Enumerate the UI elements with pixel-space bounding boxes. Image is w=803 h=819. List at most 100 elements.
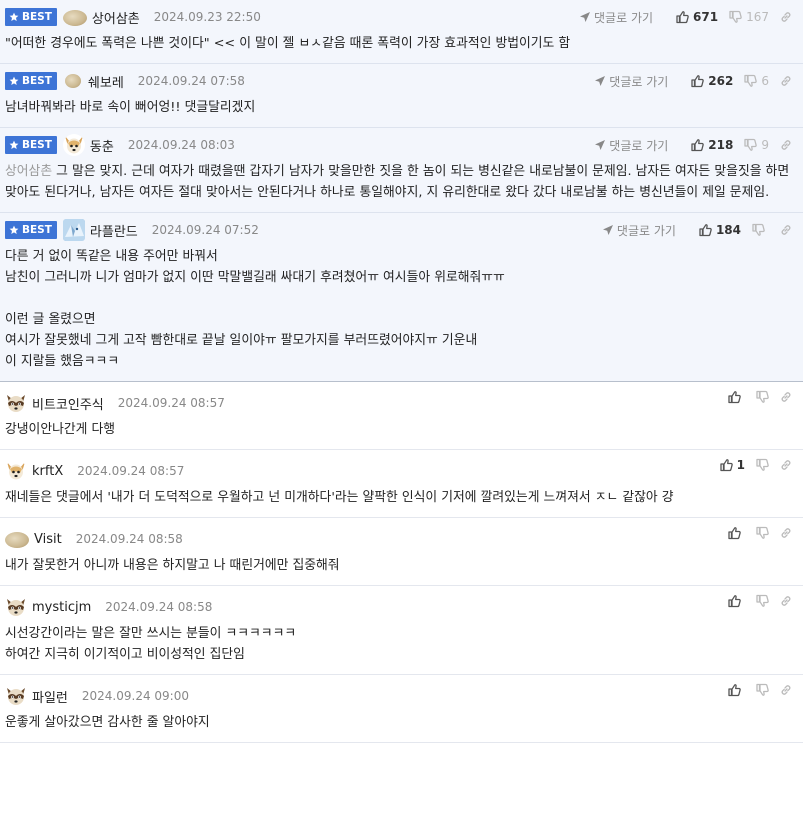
link-icon bbox=[779, 683, 793, 697]
go-to-comment-link[interactable]: 댓글로 가기 bbox=[594, 137, 668, 154]
upvote-button[interactable]: 262 bbox=[690, 74, 733, 88]
comment-date: 2024.09.24 07:58 bbox=[137, 74, 245, 88]
comment-actions bbox=[717, 386, 793, 408]
downvote-button[interactable] bbox=[755, 683, 769, 697]
comment-body: 내가 잘못한거 아니까 내용은 하지말고 나 때린거에만 집중해줘 bbox=[5, 550, 793, 576]
downvote-button[interactable] bbox=[755, 458, 769, 472]
share-link-button[interactable] bbox=[779, 526, 793, 540]
thumbs-down-icon bbox=[755, 390, 769, 404]
share-link-button[interactable] bbox=[779, 458, 793, 472]
share-link-button[interactable] bbox=[779, 390, 793, 404]
avatar bbox=[5, 392, 27, 414]
best-badge: BEST bbox=[5, 221, 57, 239]
link-icon bbox=[779, 458, 793, 472]
share-link-button[interactable] bbox=[779, 594, 793, 608]
downvote-button[interactable]: 9 bbox=[743, 138, 769, 152]
author-name[interactable]: 비트코인주식 bbox=[32, 394, 104, 413]
comment-text: 운좋게 살아갔으면 감사한 줄 알아야지 bbox=[5, 715, 210, 730]
thumbs-down-icon bbox=[755, 594, 769, 608]
comment-line: 시선강간이라는 말은 잘만 쓰시는 분들이 ㅋㅋㅋㅋㅋㅋ bbox=[5, 623, 793, 644]
downvote-button[interactable] bbox=[751, 223, 769, 237]
comment-line: 운좋게 살아갔으면 감사한 줄 알아야지 bbox=[5, 712, 793, 733]
comment-date: 2024.09.23 22:50 bbox=[153, 10, 261, 24]
best-comment: BEST 라플란드 2024.09.24 07:52 댓글로 가기 184 다른 거 없이… bbox=[0, 213, 803, 382]
downvote-button[interactable] bbox=[755, 390, 769, 404]
thumbs-up-icon bbox=[727, 390, 741, 404]
comment-line: 다른 거 없이 똑같은 내용 주어만 바꿔서 bbox=[5, 246, 793, 267]
downvote-count: 6 bbox=[761, 74, 769, 88]
mention-link[interactable]: 상어삼촌 bbox=[5, 164, 52, 179]
upvote-button[interactable]: 218 bbox=[690, 138, 733, 152]
comment-header: BEST 쉐보레 2024.09.24 07:58 댓글로 가기 262 6 bbox=[5, 70, 793, 92]
comment-actions: 1 bbox=[709, 454, 793, 476]
author-name[interactable]: 동춘 bbox=[90, 136, 114, 155]
downvote-button[interactable]: 6 bbox=[743, 74, 769, 88]
author-name[interactable]: 파일런 bbox=[32, 687, 68, 706]
author-name[interactable]: 쉐보레 bbox=[88, 72, 124, 91]
best-badge-label: BEST bbox=[22, 11, 52, 23]
upvote-button[interactable] bbox=[727, 390, 745, 404]
comment-line: 강냉이안나간게 다행 bbox=[5, 419, 793, 440]
upvote-button[interactable] bbox=[727, 526, 745, 540]
upvote-count: 1 bbox=[736, 458, 745, 472]
comment-actions: 댓글로 가기 671 167 bbox=[579, 6, 793, 28]
comment-actions bbox=[717, 590, 793, 612]
upvote-button[interactable]: 1 bbox=[719, 458, 745, 472]
comment-body: "어떠한 경우에도 폭력은 나쁜 것이다" << 이 말이 젤 ㅂㅅ같음 때론 … bbox=[5, 28, 793, 54]
upvote-count: 671 bbox=[693, 10, 719, 24]
star-icon bbox=[9, 225, 19, 235]
comment-header: BEST 상어삼촌 2024.09.23 22:50 댓글로 가기 671 167 bbox=[5, 6, 793, 28]
comment-body: 남녀바꿔봐라 바로 속이 뻐어엉!! 댓글달리겠지 bbox=[5, 92, 793, 118]
upvote-button[interactable] bbox=[727, 683, 745, 697]
upvote-button[interactable]: 671 bbox=[675, 10, 718, 24]
share-link-button[interactable] bbox=[779, 10, 793, 24]
avatar bbox=[5, 460, 27, 482]
comment-header: Visit 2024.09.24 08:58 bbox=[5, 526, 793, 550]
comment-date: 2024.09.24 08:58 bbox=[105, 600, 213, 614]
thumbs-down-icon bbox=[743, 74, 758, 88]
comment-actions: 댓글로 가기 218 9 bbox=[594, 134, 793, 156]
go-to-comment-link[interactable]: 댓글로 가기 bbox=[594, 73, 668, 90]
share-link-button[interactable] bbox=[779, 223, 793, 237]
share-link-button[interactable] bbox=[779, 138, 793, 152]
avatar bbox=[62, 219, 85, 241]
comment-text: 그 말은 맞지. 근데 여자가 때렸을땐 갑자기 남자가 맞을만한 짓을 한 놈… bbox=[5, 164, 794, 200]
comment-date: 2024.09.24 07:52 bbox=[151, 223, 259, 237]
author-name[interactable]: 라플란드 bbox=[90, 221, 138, 240]
comment-actions: 댓글로 가기 262 6 bbox=[594, 70, 793, 92]
comment-date: 2024.09.24 08:57 bbox=[77, 464, 185, 478]
upvote-button[interactable] bbox=[727, 594, 745, 608]
thumbs-down-icon bbox=[743, 138, 758, 152]
upvote-count: 218 bbox=[708, 138, 734, 152]
star-icon bbox=[9, 140, 19, 150]
share-link-button[interactable] bbox=[779, 683, 793, 697]
downvote-button[interactable] bbox=[755, 594, 769, 608]
comment-line: ​ bbox=[5, 288, 793, 309]
author-name[interactable]: mysticjm bbox=[32, 600, 91, 615]
share-link-button[interactable] bbox=[779, 74, 793, 88]
comment: krftX 2024.09.24 08:57 1 재네들은 댓글에서 '내가 더 도덕… bbox=[0, 450, 803, 518]
link-icon bbox=[779, 223, 793, 237]
comment-text: 이런 글 올렸으면 bbox=[5, 312, 96, 327]
author-name[interactable]: 상어삼촌 bbox=[92, 8, 140, 27]
author-name[interactable]: Visit bbox=[34, 532, 62, 547]
downvote-button[interactable]: 167 bbox=[728, 10, 769, 24]
comment-header: BEST 라플란드 2024.09.24 07:52 댓글로 가기 184 bbox=[5, 219, 793, 241]
go-to-comment-link[interactable]: 댓글로 가기 bbox=[602, 222, 676, 239]
comment-text: 강냉이안나간게 다행 bbox=[5, 422, 116, 437]
go-to-comment-link[interactable]: 댓글로 가기 bbox=[579, 9, 653, 26]
thumbs-down-icon bbox=[728, 10, 742, 24]
author-name[interactable]: krftX bbox=[32, 464, 63, 479]
comment-actions: 댓글로 가기 184 bbox=[602, 219, 793, 241]
link-icon bbox=[779, 390, 793, 404]
downvote-button[interactable] bbox=[755, 526, 769, 540]
comment-line: 상어삼촌 그 말은 맞지. 근데 여자가 때렸을땐 갑자기 남자가 맞을만한 짓… bbox=[5, 161, 793, 203]
star-icon bbox=[9, 12, 19, 22]
avatar bbox=[5, 685, 27, 707]
comment: Visit 2024.09.24 08:58 내가 잘못한거 아니까 내용은 하지말… bbox=[0, 518, 803, 586]
comment-line: 재네들은 댓글에서 '내가 더 도덕적으로 우월하고 넌 미개하다'라는 얄팍한… bbox=[5, 487, 793, 508]
comment-text: 여시가 잘못했네 그게 고작 빰한대로 끝날 일이야ㅠ 팔모가지를 부러뜨렸어야… bbox=[5, 333, 478, 348]
best-comment: BEST 동춘 2024.09.24 08:03 댓글로 가기 218 9 상어삼촌 그 말… bbox=[0, 128, 803, 213]
thumbs-up-icon bbox=[690, 74, 705, 88]
upvote-button[interactable]: 184 bbox=[698, 223, 741, 237]
